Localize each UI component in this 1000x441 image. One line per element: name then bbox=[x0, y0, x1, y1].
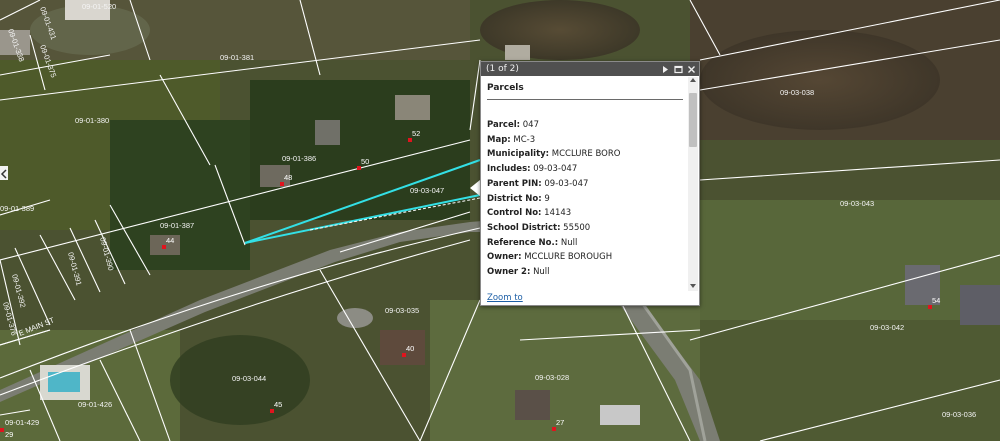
address-marker bbox=[552, 427, 556, 431]
maximize-icon[interactable] bbox=[674, 65, 683, 74]
attribute-label: Owner: bbox=[487, 252, 522, 263]
parcel-label: 09-01-380 bbox=[75, 116, 109, 125]
parcel-label: 09-01-381 bbox=[220, 53, 254, 62]
address-marker bbox=[402, 353, 406, 357]
attribute-label: Map: bbox=[487, 134, 511, 145]
attribute-label: Parcel: bbox=[487, 120, 521, 130]
attribute-label: Includes: bbox=[487, 164, 531, 175]
attribute-value: 09-03-047 bbox=[533, 164, 578, 175]
scroll-up-icon[interactable] bbox=[690, 78, 696, 82]
attribute-label: Reference No.: bbox=[487, 237, 559, 248]
play-icon[interactable] bbox=[661, 65, 670, 74]
attribute-row: Municipality: MCCLURE BORO bbox=[487, 147, 683, 162]
attribute-label: Control No: bbox=[487, 208, 542, 219]
attribute-value: 14143 bbox=[544, 208, 572, 219]
popup-counter: (1 of 2) bbox=[486, 64, 519, 74]
attribute-row: Parent PIN: 09-03-047 bbox=[487, 177, 683, 192]
close-icon[interactable] bbox=[687, 65, 696, 74]
house-number: 48 bbox=[284, 173, 292, 182]
attribute-row: Includes: 09-03-047 bbox=[487, 162, 683, 177]
attribute-value: 047 bbox=[522, 120, 539, 130]
parcel-label: 09-01-389 bbox=[0, 204, 34, 213]
attribute-value: Null bbox=[533, 267, 550, 278]
popup-title-bar: (1 of 2) bbox=[481, 62, 699, 76]
attribute-label: School District: bbox=[487, 222, 561, 233]
attribute-value: 09-03-047 bbox=[544, 178, 589, 189]
parcel-label: 09-03-044 bbox=[232, 374, 266, 383]
parcel-label: 09-01-520 bbox=[82, 2, 116, 11]
parcel-label: 09-01-426 bbox=[78, 400, 112, 409]
attribute-row: Parcel: 047 bbox=[487, 118, 683, 133]
address-marker bbox=[270, 409, 274, 413]
attribute-label: Parent PIN: bbox=[487, 178, 542, 189]
attribute-value: Null bbox=[560, 237, 578, 248]
attribute-value: 9 bbox=[544, 193, 550, 204]
house-number: 29 bbox=[5, 430, 13, 439]
parcel-label: 09-03-043 bbox=[840, 199, 874, 208]
attribute-value: MCCLURE BOROUGH bbox=[524, 252, 613, 263]
popup-body[interactable]: Parcels Parcel: 047 Map: MC-3 Municipality… bbox=[481, 77, 699, 291]
attribute-value: MC-3 bbox=[513, 134, 536, 145]
parcel-label: 09-01-387 bbox=[160, 221, 194, 230]
parcel-label: 09-03-047 bbox=[410, 186, 444, 195]
address-marker bbox=[357, 166, 361, 170]
parcel-label: 09-01-386 bbox=[282, 154, 316, 163]
attribute-row: Control No: 14143 bbox=[487, 206, 683, 221]
attribute-row: Reference No.: Null bbox=[487, 236, 683, 251]
popup-header: Parcels bbox=[487, 83, 683, 100]
pan-left-icon[interactable] bbox=[0, 166, 8, 180]
address-marker bbox=[408, 138, 412, 142]
info-popup: (1 of 2) Parcels Parcel: 047 Map: MC-3 Mun… bbox=[480, 61, 700, 306]
house-number: 50 bbox=[361, 157, 369, 166]
address-marker bbox=[928, 305, 932, 309]
popup-content: Parcels Parcel: 047 Map: MC-3 Municipality… bbox=[487, 83, 683, 280]
scroll-down-icon[interactable] bbox=[690, 284, 696, 288]
house-number: 45 bbox=[274, 400, 282, 409]
scroll-thumb[interactable] bbox=[689, 93, 697, 147]
attribute-row: Owner: MCCLURE BOROUGH bbox=[487, 250, 683, 265]
address-marker bbox=[0, 428, 4, 432]
attribute-label: Municipality: bbox=[487, 149, 550, 160]
attribute-row: Map: MC-3 bbox=[487, 133, 683, 148]
parcel-label: 09-03-028 bbox=[535, 373, 569, 382]
parcel-label: 09-03-042 bbox=[870, 323, 904, 332]
attribute-label: Owner 2: bbox=[487, 267, 531, 278]
address-marker bbox=[162, 245, 166, 249]
attribute-value: 55500 bbox=[563, 222, 591, 233]
house-number: 40 bbox=[406, 344, 414, 353]
zoom-to-link[interactable]: Zoom to bbox=[487, 293, 523, 303]
attribute-row: District No: 9 bbox=[487, 192, 683, 207]
house-number: 44 bbox=[166, 236, 174, 245]
house-number: 52 bbox=[412, 129, 420, 138]
popup-pointer bbox=[470, 180, 480, 196]
house-number: 27 bbox=[556, 418, 564, 427]
parcel-label: 09-03-036 bbox=[942, 410, 976, 419]
attribute-row: School District: 55500 bbox=[487, 221, 683, 236]
attribute-value: MCCLURE BORO bbox=[551, 149, 621, 160]
popup-scrollbar[interactable] bbox=[688, 77, 698, 291]
attribute-row: Owner 2: Null bbox=[487, 265, 683, 280]
attribute-list: Parcel: 047 Map: MC-3 Municipality: MCCLUR… bbox=[487, 118, 683, 280]
address-marker bbox=[280, 182, 284, 186]
parcel-label: 09-03-035 bbox=[385, 306, 419, 315]
attribute-label: District No: bbox=[487, 193, 542, 204]
parcel-label: 09-01-429 bbox=[5, 418, 39, 427]
house-number: 54 bbox=[932, 296, 940, 305]
parcel-label: 09-03-038 bbox=[780, 88, 814, 97]
